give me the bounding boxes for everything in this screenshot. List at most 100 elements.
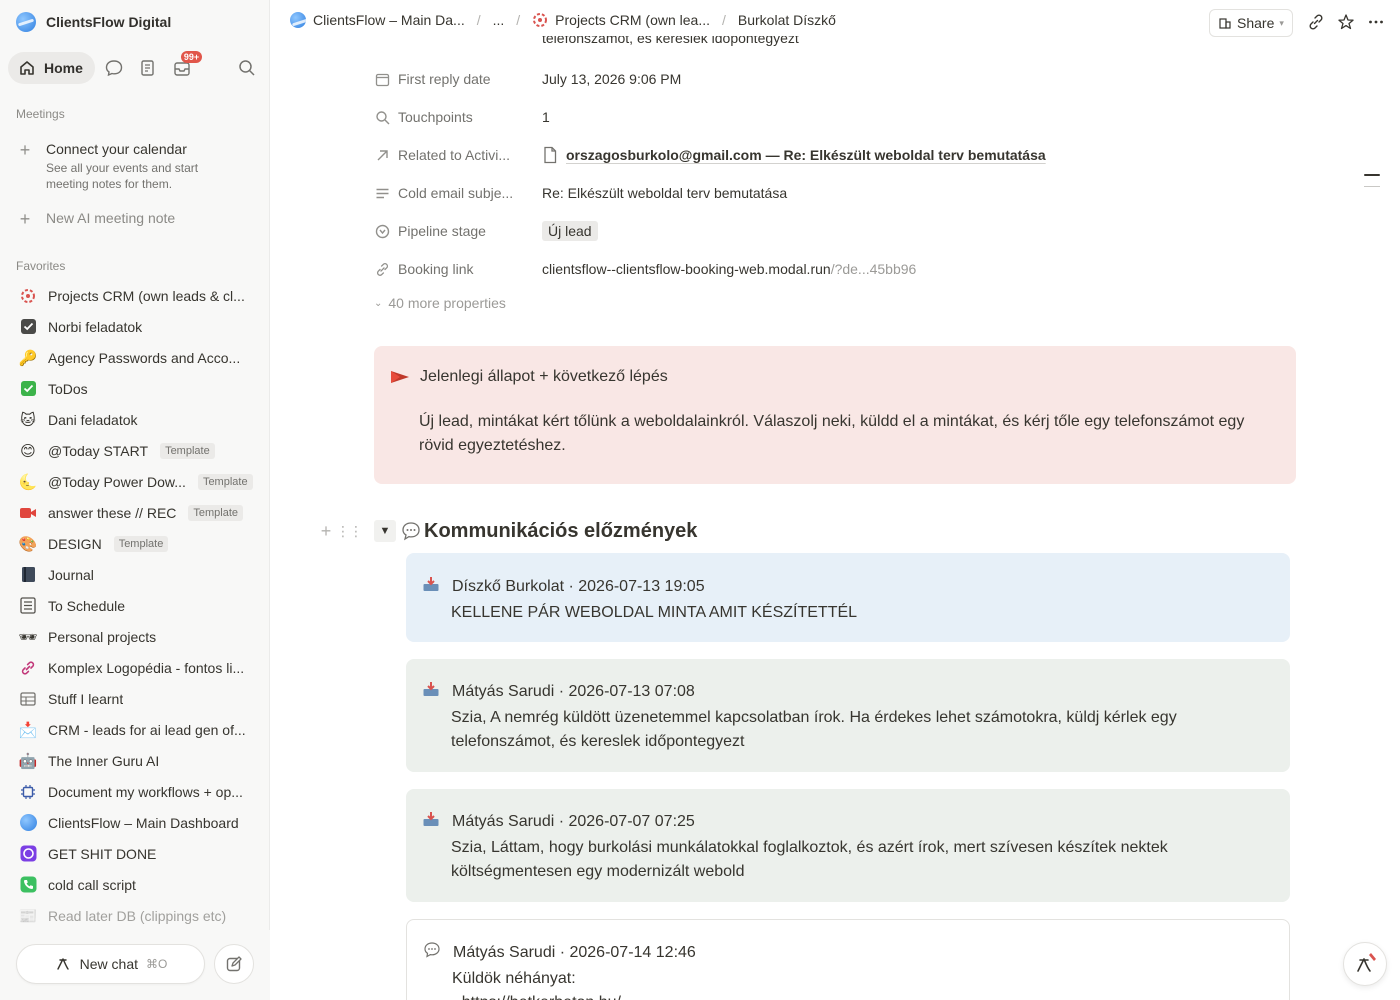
sidebar-item-label: Document my workflows + op...	[48, 783, 243, 800]
communication-title: Kommunikációs előzmények	[424, 519, 698, 542]
property-first-reply-date[interactable]: First reply date July 13, 2026 9:06 PM	[374, 60, 1274, 98]
star-icon	[1338, 14, 1354, 30]
new-ai-meeting-note-label: New AI meeting note	[46, 210, 176, 226]
sidebar-item[interactable]: 😊 @Today START Template	[0, 435, 270, 466]
sidebar-item[interactable]: Document my workflows + op...	[0, 776, 270, 807]
add-block-icon[interactable]: +	[316, 521, 336, 542]
chat-nav-button[interactable]	[99, 53, 129, 83]
inbox-tray-icon	[422, 680, 442, 706]
property-name: First reply date	[398, 71, 491, 87]
sidebar-item-label: @Today START	[48, 442, 149, 459]
property-pipeline-stage[interactable]: Pipeline stage Új lead	[374, 212, 1274, 250]
sidebar-item-label: Personal projects	[48, 628, 157, 645]
message-header: Mátyás Sarudi · 2026-07-14 12:46	[453, 944, 696, 961]
sidebar-item[interactable]: Journal	[0, 559, 270, 590]
clipped-property-text: telefonszámot, és kereslek időpontegyezt	[542, 36, 799, 46]
new-chat-shortcut: ⌘O	[146, 957, 168, 971]
sidebar-item[interactable]: Stuff I learnt	[0, 683, 270, 714]
sidebar-item[interactable]: 🔑 Agency Passwords and Acco...	[0, 342, 270, 373]
template-badge: Template	[197, 473, 253, 490]
palette-icon: 🎨	[18, 535, 38, 553]
breadcrumb-separator: /	[476, 12, 481, 28]
more-properties-label: 40 more properties	[388, 295, 506, 311]
connect-calendar-item[interactable]: + Connect your calendar See all your eve…	[18, 141, 236, 192]
sidebar-item[interactable]: ClientsFlow – Main Dashboard	[0, 807, 270, 838]
sidebar-item[interactable]: Komplex Logopédia - fontos li...	[0, 652, 270, 683]
favorite-button[interactable]	[1336, 12, 1356, 32]
sidebar-item[interactable]: 🌜 @Today Power Dow... Template	[0, 466, 270, 497]
sidebar-item[interactable]: 🐱 Dani feladatok	[0, 404, 270, 435]
sidebar-bottom-bar: New chat ⌘O	[0, 930, 270, 1000]
search-button[interactable]	[232, 53, 262, 83]
speech-bubble-icon	[402, 522, 420, 541]
sidebar-item[interactable]: Norbi feladatok	[0, 311, 270, 342]
sidebar-item[interactable]: 📰 Read later DB (clippings etc)	[0, 900, 270, 931]
outline-marker-active[interactable]	[1364, 174, 1380, 176]
inbox-button[interactable]: 99+	[167, 51, 203, 83]
robot-icon: 🤖	[18, 752, 38, 770]
breadcrumb: ClientsFlow – Main Da... / ... / Project…	[290, 12, 836, 28]
new-ai-meeting-note[interactable]: + New AI meeting note	[18, 210, 175, 228]
crm-icon	[18, 286, 38, 306]
home-button[interactable]: Home	[8, 52, 95, 84]
message-callout[interactable]: Mátyás Sarudi · 2026-07-07 07:25 Szia, L…	[406, 789, 1290, 902]
ai-assistant-icon	[1357, 953, 1376, 972]
sidebar-item[interactable]: 🎨 DESIGN Template	[0, 528, 270, 559]
property-booking-link[interactable]: Booking link clientsflow--clientsflow-bo…	[374, 250, 1274, 288]
property-related-activity[interactable]: Related to Activi... orszagosburkolo@gma…	[374, 136, 1274, 174]
share-button[interactable]: Share ▾	[1209, 9, 1293, 37]
check-mark-icon	[18, 379, 38, 399]
meeting-notes-button[interactable]	[133, 53, 163, 83]
sidebar-item[interactable]: 🕶 Personal projects	[0, 621, 270, 652]
sidebar-item-label: Stuff I learnt	[48, 690, 124, 707]
breadcrumb-item-dashboard[interactable]: ClientsFlow – Main Da...	[290, 12, 465, 28]
sidebar-item[interactable]: answer these // REC Template	[0, 497, 270, 528]
message-body-link[interactable]: - https://betkerbeton.hu/	[452, 991, 1272, 1000]
notes-icon	[141, 60, 154, 76]
breadcrumb-item-ellipsis[interactable]: ...	[493, 12, 505, 28]
message-callout[interactable]: Mátyás Sarudi · 2026-07-13 07:08 Szia, A…	[406, 659, 1290, 772]
compose-button[interactable]	[214, 944, 254, 984]
booking-link-url[interactable]: clientsflow--clientsflow-booking-web.mod…	[542, 261, 916, 277]
list-icon	[18, 596, 38, 616]
breadcrumb-item-projects-crm[interactable]: Projects CRM (own lea...	[532, 12, 710, 28]
sidebar-item[interactable]: GET SHIT DONE	[0, 838, 270, 869]
message-callout[interactable]: Mátyás Sarudi · 2026-07-14 12:46 Küldök …	[406, 919, 1290, 1000]
related-activity-link[interactable]: orszagosburkolo@gmail.com — Re: Elkészül…	[542, 146, 1046, 164]
speech-bubble-icon	[423, 941, 443, 967]
phone-icon	[18, 875, 38, 895]
chat-bubble-icon	[105, 60, 123, 77]
inbox-tray-icon	[422, 575, 442, 601]
pipeline-stage-tag[interactable]: Új lead	[542, 221, 598, 241]
message-body: Szia, A nemrég küldött üzenetemmel kapcs…	[451, 709, 1177, 750]
sidebar-item-label: ClientsFlow – Main Dashboard	[48, 814, 239, 831]
toggle-triangle-icon[interactable]: ▼	[374, 520, 396, 542]
smile-icon: 😊	[20, 442, 36, 460]
page-topbar: ClientsFlow – Main Da... / ... / Project…	[270, 0, 1400, 44]
template-badge: Template	[188, 504, 244, 521]
sidebar-item-label: To Schedule	[48, 597, 126, 614]
workspace-logo-icon	[16, 12, 36, 32]
ai-assistant-button[interactable]	[1343, 942, 1387, 986]
outline-marker[interactable]	[1364, 186, 1380, 187]
sidebar-item[interactable]: To Schedule	[0, 590, 270, 621]
property-touchpoints[interactable]: Touchpoints 1	[374, 98, 1274, 136]
notebook-icon	[18, 565, 38, 585]
more-options-button[interactable]	[1366, 12, 1386, 32]
status-callout[interactable]: Jelenlegi állapot + következő lépés Új l…	[374, 346, 1296, 484]
sidebar-item[interactable]: 📩 CRM - leads for ai lead gen of...	[0, 714, 270, 745]
message-callout[interactable]: Díszkő Burkolat · 2026-07-13 19:05 KELLE…	[406, 553, 1290, 642]
breadcrumb-item-current[interactable]: Burkolat Díszkő	[738, 12, 836, 28]
sidebar-item[interactable]: Projects CRM (own leads & cl...	[0, 280, 270, 311]
new-chat-button[interactable]: New chat ⌘O	[16, 944, 205, 984]
more-properties-toggle[interactable]: ⌄ 40 more properties	[374, 288, 1274, 318]
property-cold-email-subject[interactable]: Cold email subje... Re: Elkészült webold…	[374, 174, 1274, 212]
copy-link-button[interactable]	[1306, 12, 1326, 32]
sidebar-item[interactable]: cold call script	[0, 869, 270, 900]
workspace-switcher[interactable]: ClientsFlow Digital	[16, 10, 171, 34]
search-icon	[239, 60, 255, 76]
sidebar-item[interactable]: ToDos	[0, 373, 270, 404]
sidebar-item[interactable]: 🤖 The Inner Guru AI	[0, 745, 270, 776]
drag-handle-icon[interactable]: ⋮⋮	[336, 523, 363, 540]
sidebar-item-label: DESIGN	[48, 535, 102, 552]
